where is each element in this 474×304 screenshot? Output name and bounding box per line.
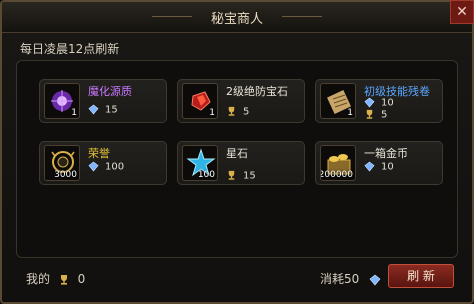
title-ornament-right bbox=[282, 16, 322, 17]
item-name: 荣誉 bbox=[88, 147, 110, 160]
shop-item-card[interactable]: 1 2级绝防宝石 5 bbox=[177, 79, 305, 123]
shop-item-card[interactable]: 100 星石 15 bbox=[177, 141, 305, 185]
shop-items-panel: 1 魔化源质 15 1 2级绝防宝石 5 1 初级技能残卷 10 5 3000 … bbox=[16, 60, 458, 258]
title-bar: 秘宝商人 ✕ bbox=[2, 0, 474, 33]
refresh-button[interactable]: 刷 新 bbox=[388, 264, 454, 288]
item-quantity: 3000 bbox=[54, 170, 77, 180]
item-price: 5 bbox=[226, 106, 249, 118]
item-quantity: 100 bbox=[197, 170, 215, 180]
item-name: 星石 bbox=[226, 147, 248, 160]
shop-item-card[interactable]: 3000 荣誉 100 bbox=[39, 141, 167, 185]
refresh-schedule-text: 每日凌晨12点刷新 bbox=[20, 42, 120, 56]
shop-item-card[interactable]: 1 魔化源质 15 bbox=[39, 79, 167, 123]
item-price: 10 bbox=[364, 161, 394, 173]
item-quantity: 1 bbox=[71, 108, 77, 118]
cost-label: 消耗50 bbox=[320, 272, 360, 286]
diamond-icon bbox=[364, 161, 375, 172]
trophy-icon bbox=[228, 106, 235, 116]
item-quantity: 200000 bbox=[320, 170, 353, 180]
item-slot: 100 bbox=[182, 145, 218, 181]
item-price: 10 bbox=[364, 97, 394, 109]
item-price: 100 bbox=[88, 161, 124, 173]
item-quantity: 1 bbox=[347, 108, 353, 118]
diamond-icon bbox=[369, 274, 381, 285]
my-value: 0 bbox=[77, 272, 86, 286]
trophy-icon bbox=[60, 274, 67, 285]
item-limit: 5 bbox=[364, 109, 387, 121]
my-label: 我的 bbox=[26, 272, 51, 286]
item-price: 15 bbox=[88, 104, 118, 116]
trophy-icon bbox=[228, 170, 235, 180]
item-name: 2级绝防宝石 bbox=[226, 85, 288, 98]
window-title: 秘宝商人 bbox=[210, 12, 263, 27]
item-slot: 200000 bbox=[320, 145, 356, 181]
diamond-icon bbox=[364, 97, 375, 108]
item-price: 15 bbox=[226, 170, 256, 182]
diamond-icon bbox=[88, 161, 99, 172]
item-slot: 1 bbox=[182, 83, 218, 119]
item-quantity: 1 bbox=[209, 108, 215, 118]
item-name: 魔化源质 bbox=[88, 85, 132, 98]
item-slot: 1 bbox=[44, 83, 80, 119]
item-name: 一箱金币 bbox=[364, 147, 408, 160]
close-button[interactable]: ✕ bbox=[450, 0, 474, 24]
item-slot: 1 bbox=[320, 83, 356, 119]
shop-item-card[interactable]: 200000 一箱金币 10 bbox=[315, 141, 443, 185]
shop-item-card[interactable]: 1 初级技能残卷 10 5 bbox=[315, 79, 443, 123]
diamond-icon bbox=[88, 104, 99, 115]
refresh-cost: 消耗50 bbox=[320, 270, 381, 287]
item-slot: 3000 bbox=[44, 145, 80, 181]
trophy-icon bbox=[366, 109, 373, 119]
my-honor-count: 我的 0 bbox=[26, 270, 85, 287]
merchant-window: 秘宝商人 ✕ 每日凌晨12点刷新 1 魔化源质 15 1 2级绝防宝石 5 1 … bbox=[0, 0, 474, 304]
